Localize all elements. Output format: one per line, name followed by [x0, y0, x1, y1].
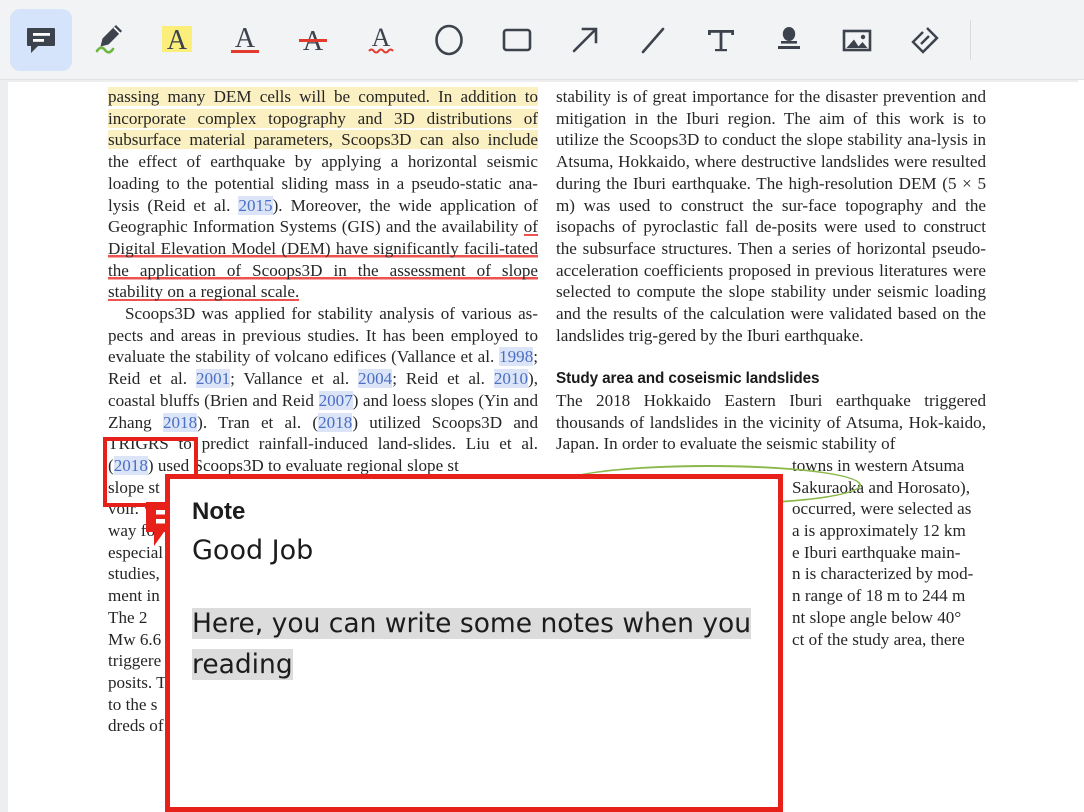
- occluded-text-line: n is characterized by mod-: [792, 564, 974, 584]
- citation-link[interactable]: 1998: [499, 347, 534, 367]
- citation-link[interactable]: 2015: [238, 195, 273, 215]
- ellipse-shape-tool-button[interactable]: [418, 9, 480, 71]
- svg-text:A: A: [167, 25, 188, 56]
- paragraph-right-1: stability is of great importance for the…: [556, 87, 986, 345]
- note-popup-dialog[interactable]: Note Good Job Here, you can write some n…: [165, 474, 783, 812]
- svg-text:A: A: [235, 23, 256, 54]
- squiggly-text-tool-button[interactable]: A: [350, 9, 412, 71]
- citation-link[interactable]: 2018: [318, 412, 353, 432]
- occluded-text-line: n range of 18 m to 244 m: [792, 586, 966, 606]
- paragraph-right-2: The 2018 Hokkaido Eastern Iburi earthqua…: [556, 390, 986, 454]
- stamp-icon: [771, 22, 807, 58]
- stamp-tool-button[interactable]: [758, 9, 820, 71]
- note-popup-value[interactable]: Good Job: [192, 533, 756, 569]
- arrow-up-right-icon: [567, 22, 603, 58]
- occluded-text-line: nt slope angle below 40°: [792, 607, 962, 627]
- paragraph-left-2-c: ; Vallance et al.: [230, 369, 359, 389]
- link-icon: [907, 22, 943, 58]
- svg-text:A: A: [372, 23, 391, 52]
- paragraph-left-2-d: ; Reid et al.: [392, 369, 494, 389]
- strikethrough-a-icon: A: [295, 22, 331, 58]
- occluded-text-line: e Iburi earthquake main-: [792, 542, 961, 562]
- citation-link[interactable]: 2018: [162, 412, 198, 432]
- paragraph-left-2-a: Scoops3D was applied for stability analy…: [108, 304, 538, 367]
- rectangle-shape-tool-button[interactable]: [486, 9, 548, 71]
- citation-link[interactable]: 2007: [318, 390, 353, 410]
- comment-tool-button[interactable]: [10, 8, 72, 71]
- line-tool-button[interactable]: [622, 9, 684, 71]
- rectangle-icon: [499, 22, 535, 58]
- occluded-text-line: Sakuraoka and Horosato),: [792, 477, 971, 497]
- toolbar-divider: [970, 19, 971, 60]
- line-icon: [635, 22, 671, 58]
- occluded-text-line: ct of the study area, there: [792, 629, 965, 649]
- annotation-toolbar: A A A A: [0, 0, 1084, 80]
- text-box-tool-button[interactable]: [690, 9, 752, 71]
- citation-link[interactable]: 2004: [358, 369, 393, 389]
- pen-icon: [90, 21, 128, 59]
- image-icon: [839, 22, 875, 58]
- underline-text-tool-button[interactable]: A: [214, 9, 276, 71]
- section-heading: Study area and coseismic landslides: [556, 370, 820, 388]
- paragraph-left-1: passing many DEM cells will be computed.…: [108, 86, 538, 303]
- comment-icon: [24, 23, 58, 57]
- highlight-text-tool-button[interactable]: A: [146, 9, 208, 71]
- note-selected-text: Here, you can write some notes when you …: [192, 608, 752, 680]
- yellow-highlight-annotation: passing many DEM cells will be computed.…: [108, 87, 538, 150]
- occluded-text-line: occurred, were selected as: [792, 499, 972, 519]
- occluded-text-line: a is approximately 12 km: [792, 521, 966, 541]
- image-tool-button[interactable]: [826, 9, 888, 71]
- ink-pen-tool-button[interactable]: [78, 9, 140, 71]
- page-scroll-strip[interactable]: [1078, 80, 1084, 812]
- underline-a-icon: A: [227, 22, 263, 58]
- circle-icon: [431, 22, 467, 58]
- squiggly-a-icon: A: [363, 22, 399, 58]
- occluded-text-line: towns in western Atsuma: [792, 455, 965, 475]
- text-t-icon: [703, 22, 739, 58]
- highlight-a-icon: A: [159, 22, 195, 58]
- citation-link[interactable]: 2010: [493, 369, 529, 389]
- strikethrough-text-tool-button[interactable]: A: [282, 9, 344, 71]
- note-popup-title: Note: [192, 498, 246, 525]
- link-tool-button[interactable]: [894, 9, 956, 71]
- citation-link[interactable]: 2001: [195, 369, 231, 389]
- arrow-tool-button[interactable]: [554, 9, 616, 71]
- pdf-annotation-app: A A A A passing many DEM cells will be c…: [0, 0, 1084, 812]
- note-popup-body[interactable]: Here, you can write some notes when you …: [192, 603, 772, 685]
- paragraph-left-2-g: ). Tran et al. (: [197, 412, 319, 432]
